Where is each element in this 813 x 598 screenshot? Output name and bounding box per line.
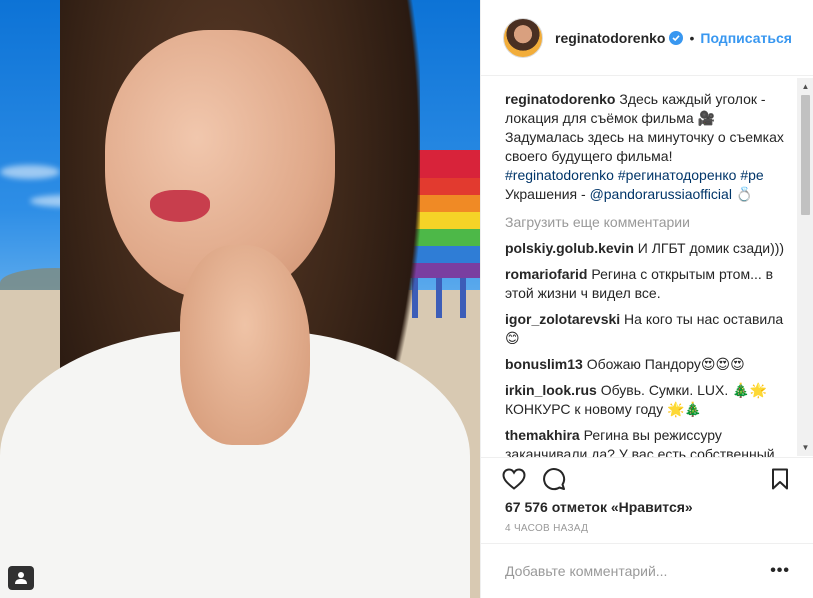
comments-list[interactable]: reginatodorenko Здесь каждый уголок - ло… (481, 77, 797, 457)
lips (150, 190, 210, 222)
heart-icon[interactable] (499, 464, 529, 494)
hand (180, 245, 310, 445)
more-options-icon[interactable]: ••• (770, 562, 790, 580)
comment-username[interactable]: polskiy.golub.kevin (505, 240, 634, 256)
mention-link[interactable]: @pandorarussiaofficial (590, 186, 732, 202)
header-username[interactable]: reginatodorenko (555, 30, 665, 46)
hashtag-link[interactable]: #регинатодоренко (618, 167, 737, 183)
post-photo[interactable] (0, 0, 480, 598)
caption-text: Украшения - (505, 186, 590, 202)
add-comment-section: ••• (481, 543, 813, 598)
load-more-comments-button[interactable]: Загрузить еще комментарии (505, 213, 785, 232)
scroll-down-arrow-icon[interactable]: ▼ (797, 439, 813, 456)
avatar[interactable] (503, 17, 543, 58)
comment-item: romariofarid Регина с открытым ртом... в… (505, 265, 785, 303)
comments-scrollbar[interactable]: ▲ ▼ (797, 78, 813, 456)
hashtag-link[interactable]: #ре (740, 167, 763, 183)
comment-item: bonuslim13 Обожаю Пандору😍😍😍 (505, 355, 785, 374)
caption: reginatodorenko Здесь каждый уголок - ло… (505, 90, 785, 204)
comment-text: Обожаю Пандору😍😍😍 (586, 356, 745, 372)
comment-item: irkin_look.rus Обувь. Сумки. LUX. 🎄🌟 КОН… (505, 381, 785, 419)
comment-text: И ЛГБТ домик сзади))) (637, 240, 785, 256)
user-tag-icon[interactable] (8, 566, 34, 590)
comment-item: polskiy.golub.kevin И ЛГБТ домик сзади))… (505, 239, 785, 258)
comment-username[interactable]: igor_zolotarevski (505, 311, 620, 327)
post-timestamp[interactable]: 4 ЧАСОВ НАЗАД (505, 523, 588, 534)
post-side-panel: reginatodorenko • Подписаться reginatodo… (480, 0, 813, 598)
add-comment-input[interactable] (505, 563, 771, 579)
comment-username[interactable]: bonuslim13 (505, 356, 583, 372)
bookmark-icon[interactable] (765, 464, 795, 494)
comment-item: themakhira Регина вы режиссуру заканчива… (505, 426, 785, 457)
comment-item: igor_zolotarevski На кого ты нас оставил… (505, 310, 785, 348)
likes-count[interactable]: 67 576 отметок «Нравится» (505, 499, 693, 515)
follow-button[interactable]: Подписаться (700, 30, 792, 46)
post-actions-bar (481, 457, 813, 497)
caption-text: 💍 (731, 186, 754, 202)
caption-text: Задумалась здесь на минуточку о съемках … (505, 129, 784, 164)
caption-username[interactable]: reginatodorenko (505, 91, 615, 107)
separator-dot: • (689, 29, 695, 46)
verified-badge-icon (669, 30, 684, 45)
hashtag-link[interactable]: #reginatodorenko (505, 167, 614, 183)
comment-username[interactable]: themakhira (505, 427, 580, 443)
comment-username[interactable]: romariofarid (505, 266, 587, 282)
scroll-up-arrow-icon[interactable]: ▲ (797, 78, 813, 95)
comment-username[interactable]: irkin_look.rus (505, 382, 597, 398)
cloud (0, 165, 60, 179)
comment-icon[interactable] (539, 464, 569, 494)
post-header: reginatodorenko • Подписаться (481, 0, 813, 76)
scrollbar-thumb[interactable] (801, 95, 810, 215)
